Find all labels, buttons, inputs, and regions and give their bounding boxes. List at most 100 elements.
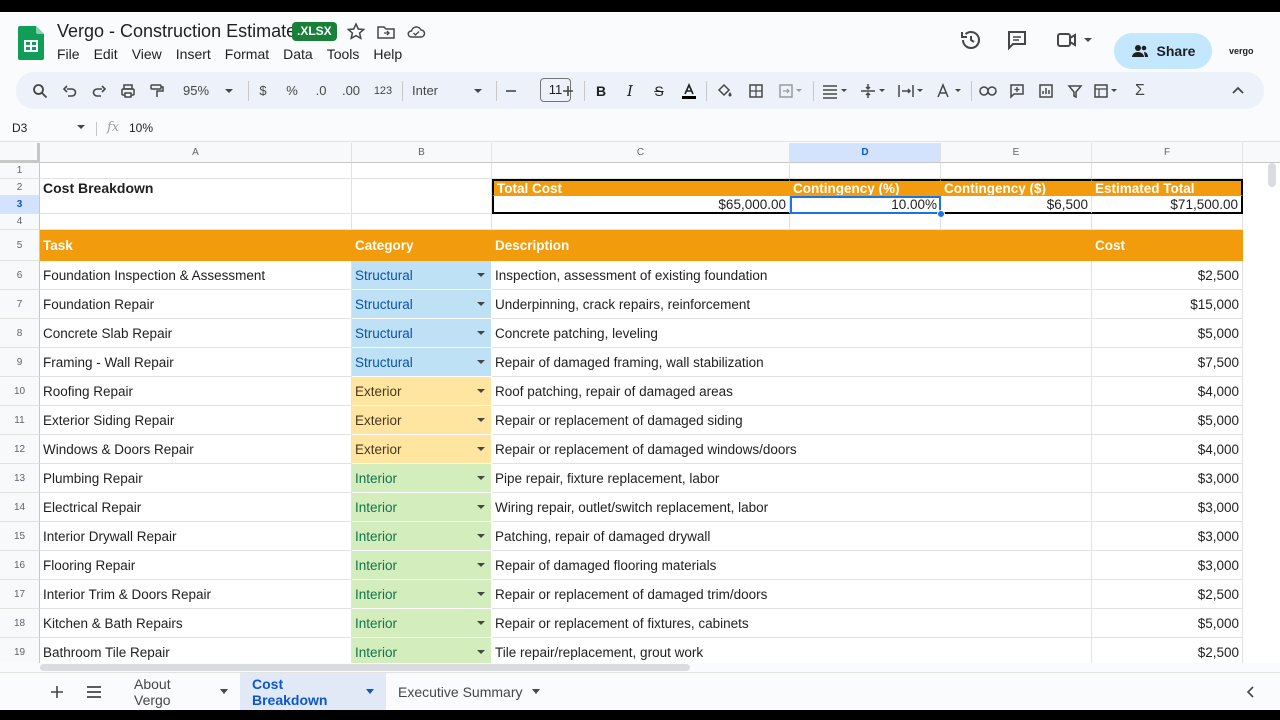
menu-view[interactable]: View xyxy=(132,46,169,62)
description-cell[interactable]: Repair or replacement of damaged siding xyxy=(492,406,1092,435)
star-icon[interactable] xyxy=(346,22,366,42)
borders-icon[interactable] xyxy=(746,72,766,109)
cost-cell[interactable]: $4,000 xyxy=(1092,377,1243,406)
decrease-font-size-icon[interactable] xyxy=(504,72,518,109)
category-dropdown-chip[interactable]: Structural xyxy=(352,348,492,377)
task-cell[interactable]: Exterior Siding Repair xyxy=(40,406,352,435)
cell[interactable] xyxy=(352,214,492,230)
description-cell[interactable]: Repair of damaged framing, wall stabiliz… xyxy=(492,348,1092,377)
cost-cell[interactable]: $2,500 xyxy=(1092,638,1243,663)
row-header[interactable]: 5 xyxy=(0,230,40,261)
cost-cell[interactable]: $5,000 xyxy=(1092,319,1243,348)
cell[interactable] xyxy=(941,163,1092,179)
version-history-icon[interactable] xyxy=(959,28,983,52)
redo-icon[interactable] xyxy=(87,72,111,109)
menu-insert[interactable]: Insert xyxy=(176,46,218,62)
sheet-title-cell[interactable]: Cost Breakdown xyxy=(40,179,352,196)
category-dropdown-chip[interactable]: Interior xyxy=(352,551,492,580)
task-cell[interactable]: Interior Trim & Doors Repair xyxy=(40,580,352,609)
menu-data[interactable]: Data xyxy=(283,46,320,62)
menu-help[interactable]: Help xyxy=(373,46,409,62)
formula-input[interactable]: 10% xyxy=(129,121,153,135)
summary-header-contingency-pct[interactable]: Contingency (%) xyxy=(790,179,941,196)
row-header[interactable]: 16 xyxy=(0,551,40,580)
zoom-dropdown-icon[interactable] xyxy=(222,72,236,109)
task-cell[interactable]: Roofing Repair xyxy=(40,377,352,406)
zoom-select[interactable]: 95% xyxy=(176,72,216,109)
category-dropdown-chip[interactable]: Structural xyxy=(352,290,492,319)
format-percent-button[interactable]: % xyxy=(282,72,302,109)
filter-icon[interactable] xyxy=(1065,72,1085,109)
description-cell[interactable]: Wiring repair, outlet/switch replacement… xyxy=(492,493,1092,522)
cost-cell[interactable]: $3,000 xyxy=(1092,464,1243,493)
more-formats-button[interactable]: 123 xyxy=(370,72,396,109)
row-header[interactable]: 14 xyxy=(0,493,40,522)
table-header-task[interactable]: Task xyxy=(40,230,352,261)
meet-video-icon[interactable] xyxy=(1055,28,1079,52)
table-header-cost[interactable]: Cost xyxy=(1092,230,1243,261)
text-color-icon[interactable] xyxy=(679,72,699,109)
summary-total-cost[interactable]: $65,000.00 xyxy=(492,196,790,214)
chip-dropdown-icon[interactable] xyxy=(477,534,485,538)
fill-color-icon[interactable] xyxy=(715,72,735,109)
cell[interactable] xyxy=(352,163,492,179)
category-dropdown-chip[interactable]: Interior xyxy=(352,493,492,522)
task-cell[interactable]: Concrete Slab Repair xyxy=(40,319,352,348)
description-cell[interactable]: Roof patching, repair of damaged areas xyxy=(492,377,1092,406)
text-wrapping-icon[interactable] xyxy=(896,72,926,109)
description-cell[interactable]: Repair or replacement of damaged trim/do… xyxy=(492,580,1092,609)
insert-link-icon[interactable] xyxy=(978,72,998,109)
row-header[interactable]: 18 xyxy=(0,609,40,638)
cell[interactable] xyxy=(492,163,790,179)
spreadsheet-grid[interactable]: A B C D E F 1 2 3 4 5 6 7 8 9 10 11 12 13 14 15 16 17 18 19 Cost … xyxy=(0,143,1280,663)
cell[interactable] xyxy=(941,214,1092,230)
cell[interactable] xyxy=(790,163,941,179)
vergo-brand-logo[interactable]: vergo xyxy=(1229,46,1254,56)
format-currency-button[interactable]: $ xyxy=(254,72,272,109)
sheets-logo-icon[interactable] xyxy=(18,26,44,60)
description-cell[interactable]: Underpinning, crack repairs, reinforceme… xyxy=(492,290,1092,319)
increase-font-size-icon[interactable] xyxy=(561,72,575,109)
task-cell[interactable]: Foundation Inspection & Assessment xyxy=(40,261,352,290)
font-family-select[interactable]: Inter xyxy=(410,72,470,109)
cost-cell[interactable]: $7,500 xyxy=(1092,348,1243,377)
task-cell[interactable]: Foundation Repair xyxy=(40,290,352,319)
summary-estimated-total[interactable]: $71,500.00 xyxy=(1092,196,1243,214)
chip-dropdown-icon[interactable] xyxy=(477,331,485,335)
row-header[interactable]: 7 xyxy=(0,290,40,319)
chip-dropdown-icon[interactable] xyxy=(477,360,485,364)
sheet-tab-menu-icon[interactable] xyxy=(532,689,541,694)
meet-dropdown-icon[interactable] xyxy=(1082,28,1094,52)
description-cell[interactable]: Concrete patching, leveling xyxy=(492,319,1092,348)
bold-icon[interactable]: B xyxy=(592,72,610,109)
cell[interactable] xyxy=(352,196,492,214)
summary-header-total-cost[interactable]: Total Cost xyxy=(492,179,790,196)
description-cell[interactable]: Pipe repair, fixture replacement, labor xyxy=(492,464,1092,493)
sheet-tab-cost-breakdown[interactable]: Cost Breakdown xyxy=(240,673,386,710)
row-header[interactable]: 15 xyxy=(0,522,40,551)
cell[interactable] xyxy=(790,214,941,230)
cell[interactable] xyxy=(1092,163,1243,179)
table-header-description[interactable]: Description xyxy=(492,230,1092,261)
row-header[interactable]: 13 xyxy=(0,464,40,493)
cell[interactable] xyxy=(40,214,352,230)
summary-header-contingency-amt[interactable]: Contingency ($) xyxy=(941,179,1092,196)
chip-dropdown-icon[interactable] xyxy=(477,418,485,422)
row-header[interactable]: 12 xyxy=(0,435,40,464)
cost-cell[interactable]: $2,500 xyxy=(1092,580,1243,609)
italic-icon[interactable]: I xyxy=(621,72,639,109)
description-cell[interactable]: Patching, repair of damaged drywall xyxy=(492,522,1092,551)
cell[interactable] xyxy=(492,214,790,230)
chip-dropdown-icon[interactable] xyxy=(477,563,485,567)
chip-dropdown-icon[interactable] xyxy=(477,505,485,509)
menu-file[interactable]: File xyxy=(57,46,87,62)
chip-dropdown-icon[interactable] xyxy=(477,621,485,625)
task-cell[interactable]: Bathroom Tile Repair xyxy=(40,638,352,663)
paint-format-icon[interactable] xyxy=(145,72,169,109)
task-cell[interactable]: Framing - Wall Repair xyxy=(40,348,352,377)
description-cell[interactable]: Tile repair/replacement, grout work xyxy=(492,638,1092,663)
cost-cell[interactable]: $5,000 xyxy=(1092,406,1243,435)
category-dropdown-chip[interactable]: Exterior xyxy=(352,377,492,406)
chip-dropdown-icon[interactable] xyxy=(477,273,485,277)
increase-decimal-button[interactable]: .00 xyxy=(338,72,364,109)
